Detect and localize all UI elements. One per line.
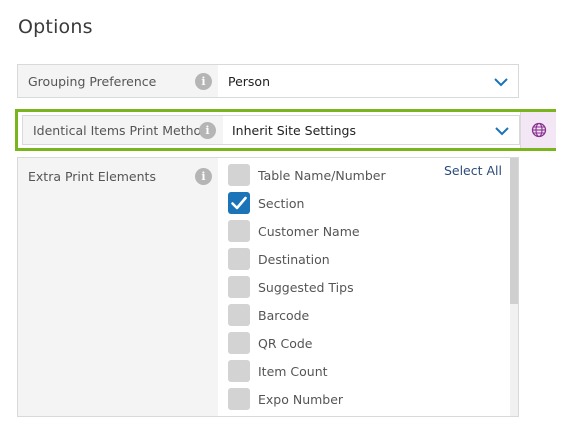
checkbox[interactable]	[228, 304, 250, 326]
checkbox-label: QR Code	[258, 336, 313, 351]
checkbox-label: Customer Name	[258, 224, 360, 239]
checkbox[interactable]	[228, 388, 250, 410]
checkbox-label: Item Count	[258, 364, 328, 379]
extra-print-elements-label: Extra Print Elements	[28, 169, 156, 184]
grouping-preference-label: Grouping Preference	[28, 74, 157, 89]
identical-items-label-cell: Identical Items Print Method i	[23, 116, 223, 144]
list-item[interactable]: Section	[228, 192, 498, 214]
identical-items-value: Inherit Site Settings	[232, 123, 356, 138]
chevron-down-icon	[495, 127, 509, 136]
checkbox[interactable]	[228, 220, 250, 242]
scrollbar-thumb[interactable]	[510, 158, 518, 304]
identical-items-highlight: Identical Items Print Method i Inherit S…	[15, 109, 556, 151]
identical-items-row: Identical Items Print Method i Inherit S…	[22, 115, 520, 145]
checkbox[interactable]	[228, 276, 250, 298]
grouping-preference-select[interactable]: Person	[218, 65, 518, 97]
extra-print-elements-row: Extra Print Elements i Select All Table …	[17, 157, 519, 417]
checkbox-label: Section	[258, 196, 305, 211]
list-item[interactable]: Suggested Tips	[228, 276, 498, 298]
checkbox-label: Expo Number	[258, 392, 344, 407]
checkbox-label: Suggested Tips	[258, 280, 354, 295]
checkbox[interactable]	[228, 360, 250, 382]
chevron-down-icon	[494, 78, 508, 87]
checkbox[interactable]	[228, 164, 250, 186]
identical-items-label: Identical Items Print Method	[33, 123, 210, 138]
globe-icon	[531, 122, 547, 138]
checkbox-label: Table Name/Number	[258, 168, 386, 183]
checkbox-label: Barcode	[258, 308, 310, 323]
extra-print-elements-label-cell: Extra Print Elements i	[18, 158, 218, 416]
checkbox[interactable]	[228, 248, 250, 270]
checkbox-label: Destination	[258, 252, 330, 267]
list-item[interactable]: QR Code	[228, 332, 498, 354]
grouping-preference-label-cell: Grouping Preference i	[18, 65, 218, 97]
info-icon[interactable]: i	[195, 73, 212, 90]
grouping-preference-row: Grouping Preference i Person	[17, 64, 519, 98]
list-item[interactable]: Destination	[228, 248, 498, 270]
list-item[interactable]: Table Name/Number	[228, 164, 498, 186]
scrollbar[interactable]	[510, 158, 518, 416]
section-title: Options	[18, 16, 93, 38]
checkbox[interactable]	[228, 332, 250, 354]
list-item[interactable]: Expo Number	[228, 388, 498, 410]
info-icon[interactable]: i	[195, 168, 212, 185]
identical-items-select[interactable]: Inherit Site Settings	[223, 116, 519, 144]
site-override-button[interactable]	[520, 112, 556, 148]
checkbox[interactable]	[228, 192, 250, 214]
list-item[interactable]: Customer Name	[228, 220, 498, 242]
list-item[interactable]: Barcode	[228, 304, 498, 326]
checkmark-icon	[231, 196, 247, 210]
grouping-preference-value: Person	[228, 74, 271, 89]
list-item[interactable]: Item Count	[228, 360, 498, 382]
info-icon[interactable]: i	[199, 122, 216, 139]
